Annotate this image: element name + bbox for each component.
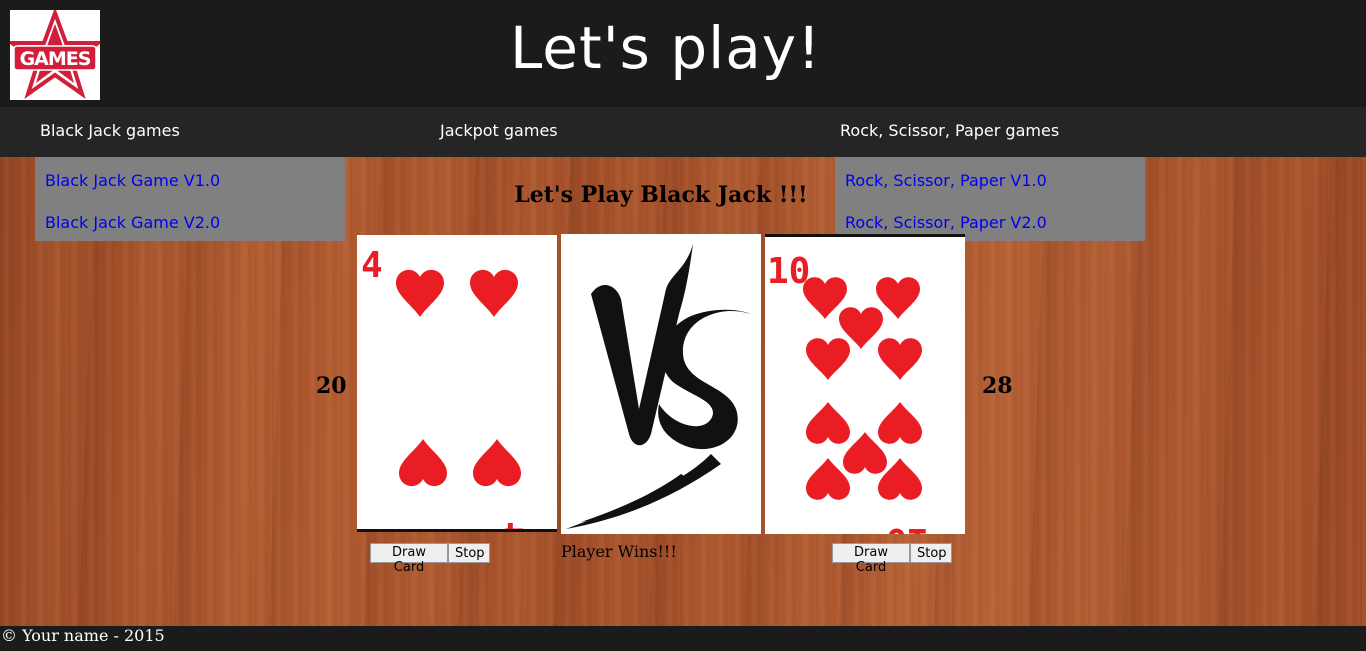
vs-graphic: VS xyxy=(566,244,751,529)
link-rps-v2[interactable]: Rock, Scissor, Paper V2.0 xyxy=(845,213,1047,232)
site-header: GAMES Let's play! xyxy=(0,0,1366,107)
footer-copyright: © Your name - 2015 xyxy=(1,626,165,645)
site-footer xyxy=(0,626,1366,651)
nav-item-rock-scissor-paper-games[interactable]: Rock, Scissor, Paper games xyxy=(840,121,1059,140)
nav-item-black-jack-games[interactable]: Black Jack games xyxy=(40,121,180,140)
ten-of-hearts-card: 10 10 xyxy=(767,251,929,561)
site-title: Let's play! xyxy=(510,14,822,82)
dealer-score: 28 xyxy=(982,373,1013,399)
game-heading: Let's Play Black Jack !!! xyxy=(514,182,808,208)
dropdown-rock-scissor-paper: Rock, Scissor, Paper V1.0 Rock, Scissor,… xyxy=(835,157,1145,241)
dropdown-black-jack: Black Jack Game V1.0 Black Jack Game V2.… xyxy=(35,157,345,241)
dealer-stop-button[interactable]: Stop xyxy=(910,543,952,563)
card-rank-bottom: 4 xyxy=(503,514,525,529)
link-black-jack-v1[interactable]: Black Jack Game V1.0 xyxy=(45,171,220,190)
card-rank-bottom: 10 xyxy=(886,520,929,534)
vs-text: VS xyxy=(660,383,663,385)
link-black-jack-v2[interactable]: Black Jack Game V2.0 xyxy=(45,213,220,232)
dealer-draw-card-button[interactable]: Draw Card xyxy=(832,543,910,575)
link-rps-v1[interactable]: Rock, Scissor, Paper V1.0 xyxy=(845,171,1047,190)
player-draw-card-button[interactable]: Draw Card xyxy=(370,543,448,575)
player-stop-button[interactable]: Stop xyxy=(448,543,490,563)
main-nav: Black Jack games Jackpot games Rock, Sci… xyxy=(0,107,1366,157)
games-logo[interactable]: GAMES xyxy=(10,10,100,100)
versus-panel: VS xyxy=(561,234,761,534)
card-rank-top: 4 xyxy=(361,245,383,286)
logo-text: GAMES xyxy=(19,48,92,70)
player-score: 20 xyxy=(316,373,347,399)
four-of-hearts-card: 4 4 xyxy=(361,245,525,555)
player-card: 4 4 xyxy=(357,235,557,555)
nav-item-jackpot-games[interactable]: Jackpot games xyxy=(440,121,558,140)
dealer-card: 10 10 xyxy=(765,234,965,561)
game-result: Player Wins!!! xyxy=(561,542,677,561)
